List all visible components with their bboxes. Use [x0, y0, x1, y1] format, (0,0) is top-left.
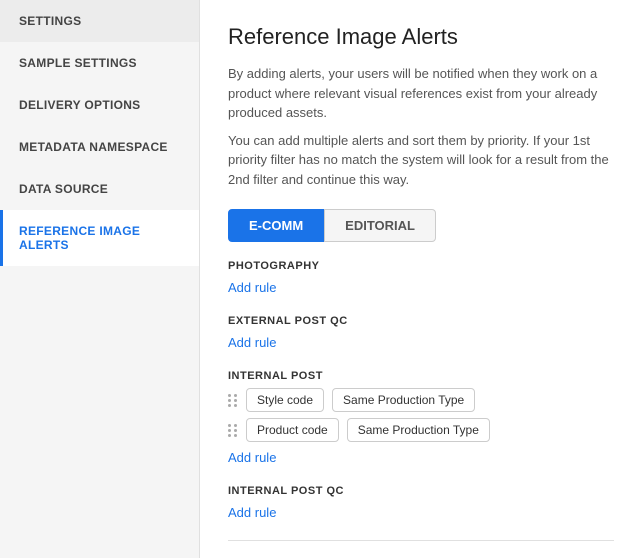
sidebar-item-metadata-namespace[interactable]: METADATA NAMESPACE [0, 126, 199, 168]
add-rule-internal-post-qc[interactable]: Add rule [228, 505, 276, 520]
sidebar-item-delivery-options[interactable]: DELIVERY OPTIONS [0, 84, 199, 126]
main-content: Reference Image Alerts By adding alerts,… [200, 0, 642, 558]
section-internal-post-qc: INTERNAL POST QC Add rule [228, 485, 614, 520]
drag-handle[interactable] [228, 394, 238, 407]
description-1: By adding alerts, your users will be not… [228, 64, 614, 123]
sidebar-item-data-source[interactable]: DATA SOURCE [0, 168, 199, 210]
rule-row: Style code Same Production Type [228, 388, 614, 412]
tag-same-production-type-2: Same Production Type [347, 418, 490, 442]
description-2: You can add multiple alerts and sort the… [228, 131, 614, 190]
section-internal-post: INTERNAL POST Style code Same Production… [228, 370, 614, 465]
sidebar-item-sample-settings[interactable]: SAMPLE SETTINGS [0, 42, 199, 84]
page-title: Reference Image Alerts [228, 24, 614, 50]
section-title-external-post-qc: EXTERNAL POST QC [228, 315, 614, 327]
drag-handle[interactable] [228, 424, 238, 437]
section-photography: PHOTOGRAPHY Add rule [228, 260, 614, 295]
section-divider [228, 540, 614, 541]
tag-style-code: Style code [246, 388, 324, 412]
add-rule-internal-post[interactable]: Add rule [228, 450, 276, 465]
sidebar-item-reference-image-alerts[interactable]: REFERENCE IMAGE ALERTS [0, 210, 199, 266]
tab-group: E-COMM EDITORIAL [228, 209, 614, 242]
tab-editorial[interactable]: EDITORIAL [324, 209, 436, 242]
sidebar: SETTINGS SAMPLE SETTINGS DELIVERY OPTION… [0, 0, 200, 558]
tab-e-comm[interactable]: E-COMM [228, 209, 324, 242]
tag-product-code: Product code [246, 418, 339, 442]
add-rule-external-post-qc[interactable]: Add rule [228, 335, 276, 350]
tag-same-production-type-1: Same Production Type [332, 388, 475, 412]
section-title-internal-post: INTERNAL POST [228, 370, 614, 382]
section-title-internal-post-qc: INTERNAL POST QC [228, 485, 614, 497]
rule-row: Product code Same Production Type [228, 418, 614, 442]
sidebar-item-settings[interactable]: SETTINGS [0, 0, 199, 42]
add-rule-photography[interactable]: Add rule [228, 280, 276, 295]
section-external-post-qc: EXTERNAL POST QC Add rule [228, 315, 614, 350]
section-title-photography: PHOTOGRAPHY [228, 260, 614, 272]
